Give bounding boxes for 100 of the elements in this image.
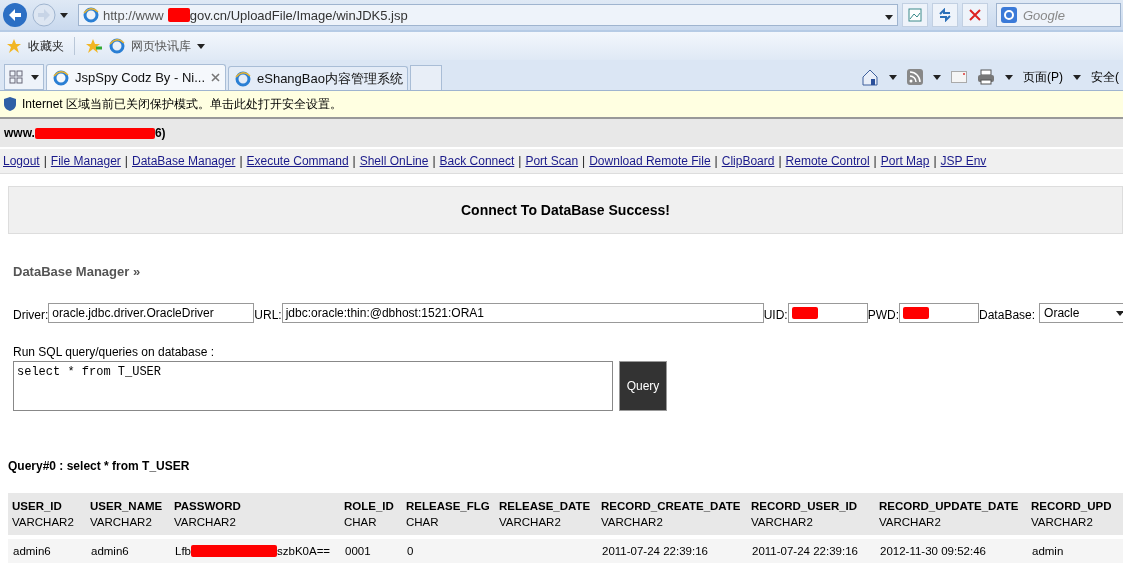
browser-icon [83,7,99,23]
caret-icon [31,74,39,80]
close-icon [969,9,981,21]
nav-link[interactable]: Port Map [880,154,930,168]
column-header: USER_ID VARCHAR2 [8,493,86,535]
field-label: UID: [763,308,788,322]
input-field[interactable] [899,303,980,323]
link-separator: | [239,154,243,168]
link-separator: | [43,154,47,168]
field-label: Driver: [13,308,49,322]
redaction-mark [903,307,930,319]
nav-link[interactable]: Download Remote File [589,154,711,168]
nav-link[interactable]: Port Scan [525,154,579,168]
close-icon[interactable] [211,73,221,82]
nav-link[interactable]: DataBase Manager [132,154,236,168]
url-text: gov.cn/UploadFile/Image/winJDK5.jsp [189,7,408,23]
browser-icon [53,69,69,86]
browser-tab[interactable]: JspSpy Codz By - Ni... [46,64,226,90]
input-field[interactable]: oracle.jdbc.driver.OracleDriver [48,303,255,323]
refresh-button[interactable] [932,3,958,27]
web-slice-gallery[interactable]: 网页快讯库 [131,37,191,55]
search-engine-icon [1001,7,1017,23]
redaction-mark [167,8,190,22]
shield-icon [4,97,16,111]
table-cell: Lfb szbK0A== [170,539,340,563]
printer-icon [977,69,995,85]
refresh-icon [938,8,952,22]
caret-icon [885,14,893,20]
feed-icon [907,69,923,85]
command-menu[interactable]: 安全( [1091,68,1119,86]
column-header: USER_NAME VARCHAR2 [86,493,170,535]
field-label: DataBase: [979,308,1036,322]
table-cell: admin [1027,539,1123,563]
dropdown-icon [60,12,68,18]
database-select[interactable]: Oracle [1039,303,1123,323]
nav-link[interactable]: ClipBoard [721,154,775,168]
browser-tab[interactable]: eShangBao内容管理系统 [228,66,408,90]
table-cell: 2012-11-30 09:52:46 [875,539,1027,563]
column-header: RECORD_CREATE_DATE VARCHAR2 [597,493,747,535]
link-separator: | [432,154,436,168]
query-title: Query#0 : select * from T_USER [8,459,191,473]
browser-icon [235,70,251,87]
field-label: URL: [254,308,282,322]
caret-icon [197,43,205,49]
section-title: DataBase Manager » [13,264,142,279]
favorites-button[interactable]: 收藏夹 [28,37,64,55]
query-button[interactable]: Query [619,361,667,411]
link-separator: | [778,154,782,168]
info-bar[interactable]: Internet 区域当前已关闭保护模式。单击此处打开安全设置。 [0,91,1123,119]
info-bar-text: Internet 区域当前已关闭保护模式。单击此处打开安全设置。 [22,95,343,113]
column-header: RELEASE_FLG CHAR [402,493,495,535]
link-separator: | [352,154,356,168]
table-cell: 2011-07-24 22:39:16 [747,539,875,563]
link-separator: | [933,154,937,168]
link-separator: | [124,154,128,168]
nav-link[interactable]: Remote Control [785,154,870,168]
column-header: RELEASE_DATE VARCHAR2 [495,493,597,535]
star-icon [6,38,22,54]
back-icon[interactable] [2,2,28,28]
nav-link[interactable]: Shell OnLine [359,154,429,168]
page-icon [908,8,922,22]
table-cell: 0 [402,539,495,563]
mail-icon [951,71,967,83]
caret-icon [1073,74,1081,80]
table-cell: 0001 [340,539,402,563]
link-separator: | [873,154,877,168]
column-header: RECORD_UPD VARCHAR2 [1027,493,1123,535]
compatibility-button[interactable] [902,3,928,27]
nav-link[interactable]: File Manager [50,154,121,168]
sql-textarea[interactable]: select * from T_USER [13,361,613,411]
link-separator: | [714,154,718,168]
home-icon [861,68,879,86]
sql-label: Run SQL query/queries on database : [13,345,216,359]
browser-icon [109,38,125,54]
grid-icon [9,70,23,84]
host-title: www. [4,126,35,140]
nav-link[interactable]: Back Connect [439,154,515,168]
redaction-mark [791,307,818,319]
column-header: RECORD_USER_ID VARCHAR2 [747,493,875,535]
add-favorite-icon [85,38,103,54]
field-label: PWD: [867,308,900,322]
link-separator: | [582,154,586,168]
column-header: ROLE_ID CHAR [340,493,402,535]
caret-icon [1116,310,1123,316]
quick-tabs-button[interactable] [4,64,44,90]
stop-button[interactable] [962,3,988,27]
column-header: RECORD_UPDATE_DATE VARCHAR2 [875,493,1027,535]
input-field[interactable]: jdbc:oracle:thin:@dbhost:1521:ORA1 [281,303,764,323]
nav-link[interactable]: JSP Env [940,154,987,168]
nav-link[interactable]: Execute Command [246,154,349,168]
nav-link[interactable]: Logout [3,154,40,168]
host-title: 6) [154,126,166,140]
table-cell: admin6 [8,539,86,563]
caret-icon [933,74,941,80]
caret-icon [1005,74,1013,80]
status-message: Connect To DataBase Success! [8,186,1123,234]
input-field[interactable] [787,303,868,323]
command-menu[interactable]: 页面(P) [1023,68,1063,86]
column-header: PASSWORD VARCHAR2 [170,493,340,535]
address-field[interactable]: http://www gov.cn/UploadFile/Image/winJDK5.jsp [78,4,898,26]
